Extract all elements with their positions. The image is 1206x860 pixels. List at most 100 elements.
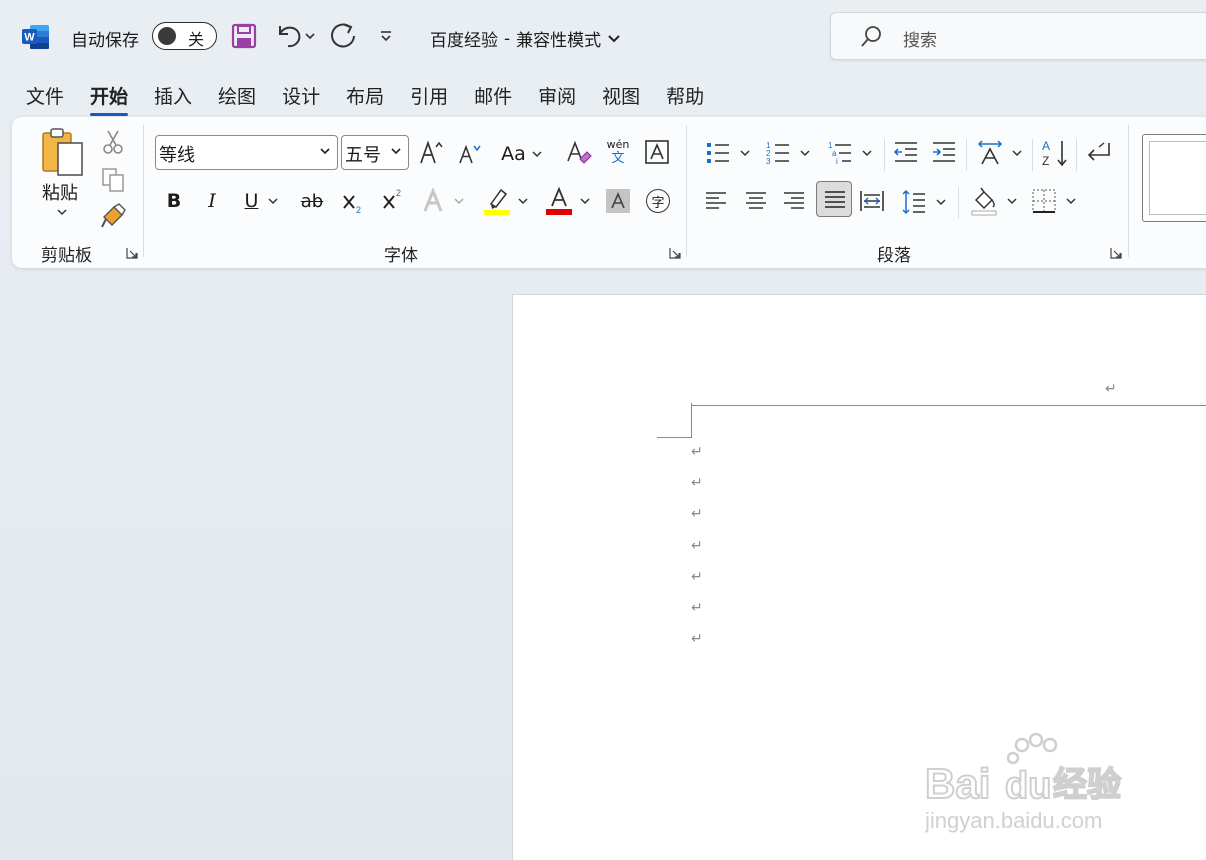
tab-view[interactable]: 视图 <box>602 82 640 114</box>
paint-bucket-icon <box>971 187 997 216</box>
paste-icon <box>42 128 83 176</box>
strikethrough-button[interactable]: ab <box>298 187 326 215</box>
character-shading-button[interactable] <box>606 189 630 213</box>
chevron-down-icon <box>1007 198 1017 205</box>
change-case-button[interactable]: Aa <box>498 139 546 169</box>
character-shading-icon <box>611 192 625 209</box>
align-right-button[interactable] <box>780 187 808 215</box>
autosave-toggle[interactable]: 关 <box>152 22 217 50</box>
tab-references[interactable]: 引用 <box>410 82 448 114</box>
svg-text:A: A <box>1042 139 1050 153</box>
redo-button[interactable] <box>326 20 360 52</box>
tab-help[interactable]: 帮助 <box>666 82 704 114</box>
enclose-characters-button[interactable]: 字 <box>644 187 672 215</box>
font-name-select[interactable]: 等线 <box>155 135 338 170</box>
doc-title-name: 百度经验 <box>430 31 498 51</box>
font-color-button[interactable] <box>542 185 594 217</box>
tab-design[interactable]: 设计 <box>282 82 320 114</box>
borders-icon <box>1032 189 1056 213</box>
copy-button[interactable] <box>100 167 126 193</box>
dialog-launcher-icon[interactable] <box>1110 247 1122 259</box>
chevron-down-icon <box>391 148 401 155</box>
tab-file[interactable]: 文件 <box>26 82 64 114</box>
customize-icon <box>381 31 391 42</box>
document-title[interactable]: 百度经验 - 兼容性模式 <box>430 26 621 51</box>
shrink-font-icon <box>459 144 481 164</box>
phonetic-bottom: 文 <box>611 150 625 166</box>
paragraph-mark: ↵ <box>691 538 703 554</box>
phonetic-top: wén <box>606 137 630 151</box>
tab-draw[interactable]: 绘图 <box>218 82 256 114</box>
paragraph-mark: ↵ <box>691 600 703 616</box>
multilevel-list-button[interactable]: 1ai <box>824 137 876 169</box>
underline-button[interactable]: U <box>238 187 286 215</box>
margin-corner-horizontal <box>657 437 692 438</box>
tab-review[interactable]: 审阅 <box>538 82 576 114</box>
grow-font-button[interactable] <box>416 137 446 169</box>
watermark-brand-suffix: du <box>1005 765 1051 807</box>
align-center-button[interactable] <box>742 187 770 215</box>
group-separator <box>1032 139 1033 171</box>
tab-layout[interactable]: 布局 <box>346 82 384 114</box>
justify-icon <box>825 191 845 208</box>
character-border-icon <box>645 140 669 164</box>
increase-indent-button[interactable] <box>930 139 958 167</box>
tab-home[interactable]: 开始 <box>90 82 129 116</box>
tab-insert[interactable]: 插入 <box>154 82 192 114</box>
chevron-down-icon[interactable] <box>56 207 68 217</box>
search-box[interactable]: 搜索 <box>830 12 1206 60</box>
italic-button[interactable]: I <box>200 187 224 215</box>
enclose-characters-icon: 字 <box>646 189 670 213</box>
cut-button[interactable] <box>100 129 126 155</box>
align-left-icon <box>706 192 726 209</box>
decrease-indent-button[interactable] <box>892 139 920 167</box>
word-app-icon[interactable]: W <box>22 24 50 50</box>
shading-button[interactable] <box>968 185 1020 217</box>
tab-mailings[interactable]: 邮件 <box>474 82 512 114</box>
italic-icon: I <box>208 190 216 212</box>
sort-button[interactable]: AZ <box>1040 137 1070 169</box>
undo-button[interactable] <box>270 20 320 52</box>
chevron-down-icon <box>740 150 750 157</box>
text-effects-button[interactable] <box>418 187 468 215</box>
group-separator <box>958 187 959 219</box>
autosave-label: 自动保存 <box>71 31 139 51</box>
asian-layout-button[interactable] <box>974 137 1026 169</box>
save-button[interactable] <box>229 20 259 52</box>
phonetic-guide-button[interactable]: wén 文 <box>604 135 632 169</box>
dialog-launcher-icon[interactable] <box>126 247 138 259</box>
shrink-font-button[interactable] <box>454 139 484 169</box>
bullet-list-icon <box>707 143 729 163</box>
redo-icon <box>331 23 355 48</box>
format-painter-button[interactable] <box>100 203 126 229</box>
justify-button[interactable] <box>816 181 852 217</box>
font-size-select[interactable]: 五号 <box>341 135 409 170</box>
numbering-button[interactable]: 123 <box>762 137 814 169</box>
subscript-button[interactable]: 2 <box>340 187 366 217</box>
align-left-button[interactable] <box>702 187 730 215</box>
paragraph-mark: ↵ <box>691 631 703 647</box>
search-icon <box>861 26 881 47</box>
customize-toolbar-button[interactable] <box>374 20 398 52</box>
line-spacing-button[interactable] <box>898 187 950 217</box>
distributed-button[interactable] <box>858 187 886 215</box>
paste-button[interactable] <box>40 127 86 177</box>
doc-title-mode: 兼容性模式 <box>516 31 602 51</box>
copy-icon <box>102 168 124 192</box>
group-separator <box>966 139 967 171</box>
styles-gallery[interactable] <box>1142 134 1206 222</box>
bullets-button[interactable] <box>702 137 754 169</box>
clear-formatting-button[interactable] <box>564 137 594 169</box>
dialog-launcher-icon[interactable] <box>669 247 681 259</box>
chevron-down-icon <box>454 198 464 205</box>
character-border-button[interactable] <box>644 139 670 165</box>
chevron-down-icon <box>936 199 946 206</box>
superscript-button[interactable]: 2 <box>380 185 406 215</box>
bold-button[interactable]: B <box>162 187 186 215</box>
highlight-color-button[interactable] <box>480 185 532 217</box>
chevron-down-icon <box>305 33 315 40</box>
borders-button[interactable] <box>1028 185 1080 217</box>
subscript-icon: 2 <box>343 195 361 215</box>
paste-label: 粘贴 <box>42 183 78 204</box>
show-formatting-marks-button[interactable] <box>1084 137 1114 169</box>
